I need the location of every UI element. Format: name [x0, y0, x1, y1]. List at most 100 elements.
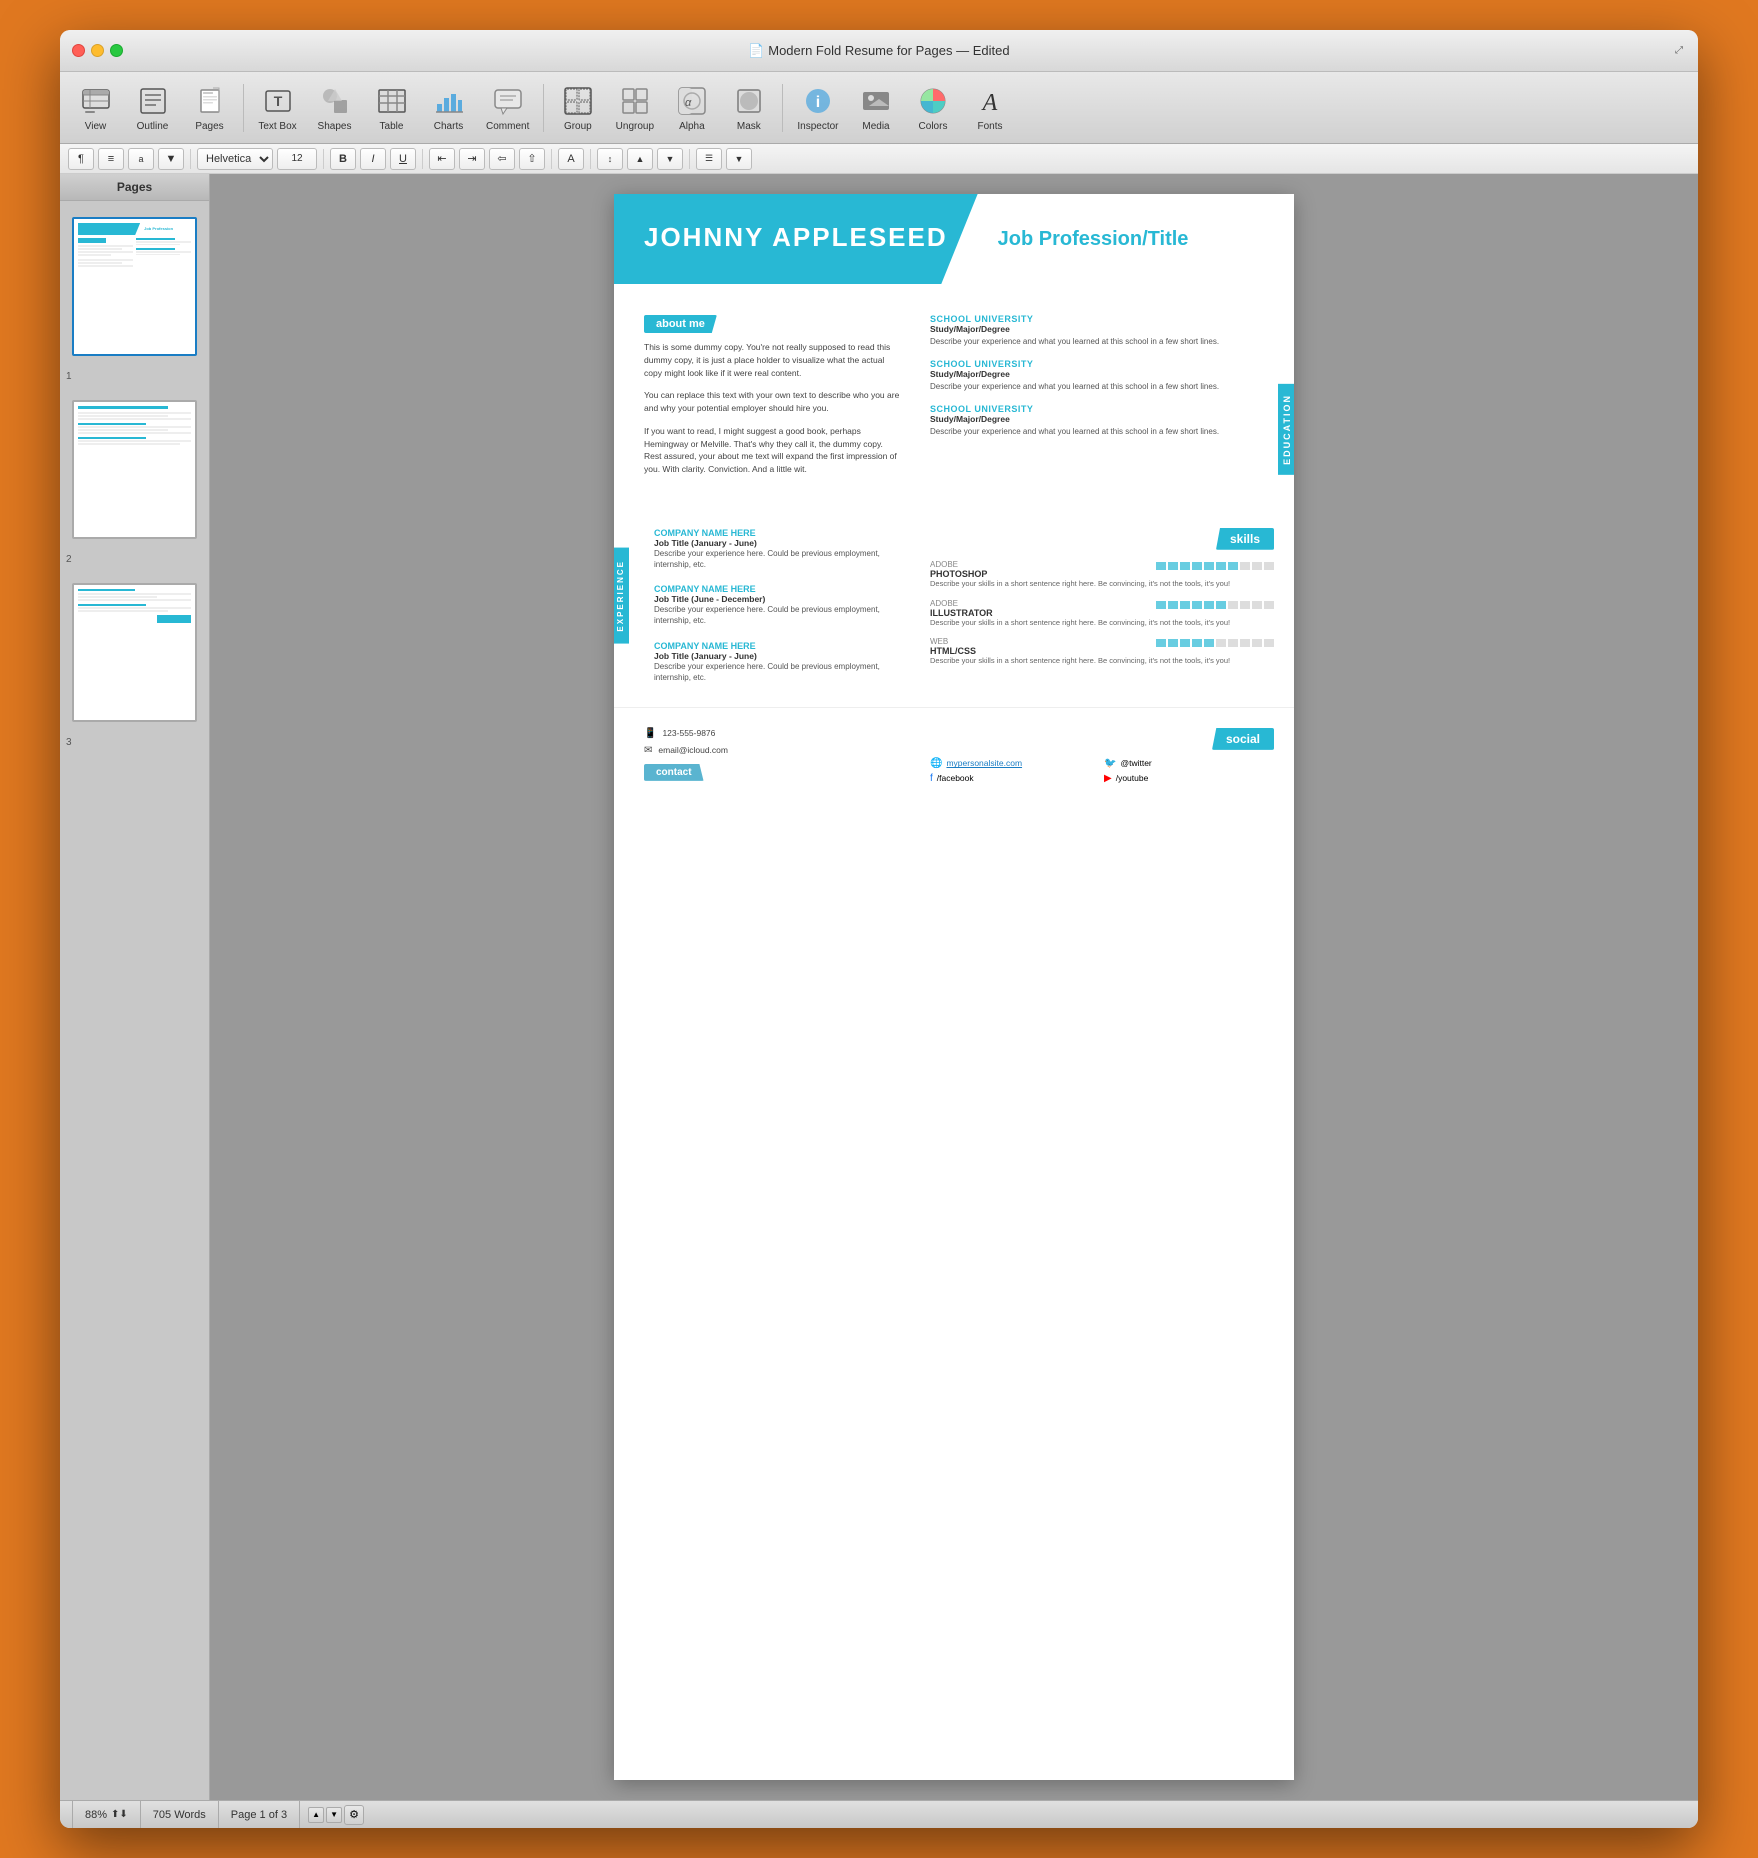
- toolbar-inspector[interactable]: i Inspector: [789, 77, 846, 139]
- toolbar-outline-label: Outline: [137, 121, 169, 132]
- italic-btn[interactable]: I: [360, 148, 386, 170]
- toolbar-group-label: Group: [564, 121, 592, 132]
- align-center-btn[interactable]: ⇥: [459, 148, 485, 170]
- skill-fill: [1156, 639, 1166, 647]
- edu-school-3: SCHOOL UNIVERSITY: [930, 404, 1274, 414]
- skill-bar-2: [1156, 601, 1274, 609]
- font-family-select[interactable]: Helvetica: [197, 148, 273, 170]
- comment-icon: [490, 83, 526, 119]
- list-btn[interactable]: ☰: [696, 148, 722, 170]
- list-options-btn[interactable]: ▼: [726, 148, 752, 170]
- social-youtube: ▶ /youtube: [1104, 773, 1274, 784]
- skill-fill: [1180, 639, 1190, 647]
- toolbar-colors[interactable]: Colors: [906, 77, 961, 139]
- social-section: social 🌐 mypersonalsite.com 🐦 @twitter: [920, 728, 1294, 784]
- next-page-btn[interactable]: ▼: [326, 1807, 342, 1823]
- edu-item-3: SCHOOL UNIVERSITY Study/Major/Degree Des…: [930, 404, 1274, 437]
- skills-tag: skills: [1216, 528, 1274, 550]
- skill-bar-1: [1156, 562, 1274, 570]
- shapes-icon: [317, 83, 353, 119]
- align-left-btn[interactable]: ⇤: [429, 148, 455, 170]
- skill-fill: [1192, 601, 1202, 609]
- edu-degree-2: Study/Major/Degree: [930, 369, 1274, 379]
- about-text-1: This is some dummy copy. You're not real…: [644, 341, 900, 379]
- toolbar-divider-1: [243, 84, 244, 132]
- facebook-icon: f: [930, 773, 933, 784]
- text-color-btn[interactable]: A: [558, 148, 584, 170]
- exp-skills-row: experience COMPANY NAME HERE Job Title (…: [614, 518, 1294, 707]
- spacing-btn[interactable]: ↕: [597, 148, 623, 170]
- toolbar-fonts[interactable]: A Fonts: [963, 77, 1018, 139]
- minimize-button[interactable]: [91, 44, 104, 57]
- zoom-stepper[interactable]: ⬆⬇: [111, 1809, 128, 1820]
- contact-email: ✉ email@icloud.com: [644, 745, 900, 756]
- page-1-thumbnail[interactable]: Job Profession: [72, 217, 197, 356]
- close-button[interactable]: [72, 44, 85, 57]
- edu-item-2: SCHOOL UNIVERSITY Study/Major/Degree Des…: [930, 359, 1274, 392]
- job-title-area: Job Profession/Title: [978, 194, 1294, 284]
- alpha-icon: α: [674, 83, 710, 119]
- toolbar-table[interactable]: Table: [364, 77, 419, 139]
- toolbar-charts-label: Charts: [434, 121, 463, 132]
- align-right-btn[interactable]: ⇦: [489, 148, 515, 170]
- paragraph-btn[interactable]: ¶: [68, 148, 94, 170]
- toolbar-outline[interactable]: Outline: [125, 77, 180, 139]
- fullscreen-button[interactable]: ⤢: [1670, 42, 1688, 60]
- toolbar-comment[interactable]: Comment: [478, 77, 537, 139]
- toolbar-media[interactable]: Media: [849, 77, 904, 139]
- toolbar-ungroup[interactable]: Ungroup: [607, 77, 662, 139]
- align-btn[interactable]: ≡: [98, 148, 124, 170]
- pages-icon: [192, 83, 228, 119]
- toolbar-media-label: Media: [862, 121, 889, 132]
- resume-name: JOHNNY APPLESEED: [644, 222, 948, 253]
- skill-empty: [1228, 639, 1238, 647]
- resume-body-top: about me This is some dummy copy. You're…: [614, 284, 1294, 518]
- toolbar-group[interactable]: Group: [550, 77, 605, 139]
- maximize-button[interactable]: [110, 44, 123, 57]
- inspector-icon: i: [800, 83, 836, 119]
- toolbar-mask-label: Mask: [737, 121, 761, 132]
- format-bar: ¶ ≡ a ▼ Helvetica 12 B I U ⇤ ⇥ ⇦ ⇧ A ↕ ▲…: [60, 144, 1698, 174]
- skill-name-1: PHOTOSHOP: [930, 569, 987, 579]
- font-size-select-btn[interactable]: 12: [277, 148, 317, 170]
- toolbar-view[interactable]: View: [68, 77, 123, 139]
- page-2-thumb-content: [74, 402, 195, 537]
- bold-btn[interactable]: B: [330, 148, 356, 170]
- status-bar: 88% ⬆⬇ 705 Words Page 1 of 3 ▲ ▼ ⚙: [60, 1800, 1698, 1828]
- toolbar-colors-label: Colors: [919, 121, 948, 132]
- settings-btn[interactable]: ⚙: [344, 1805, 364, 1825]
- page-3-thumbnail-wrap: 3: [66, 575, 203, 730]
- skill-empty: [1240, 601, 1250, 609]
- about-text-2: You can replace this text with your own …: [644, 389, 900, 415]
- spacing-dn-btn[interactable]: ▼: [657, 148, 683, 170]
- toolbar-charts[interactable]: Charts: [421, 77, 476, 139]
- skill-fill: [1180, 562, 1190, 570]
- underline-btn[interactable]: U: [390, 148, 416, 170]
- toolbar-alpha[interactable]: α Alpha: [664, 77, 719, 139]
- toolbar-comment-label: Comment: [486, 121, 529, 132]
- toolbar-pages[interactable]: Pages: [182, 77, 237, 139]
- skill-fill: [1192, 639, 1202, 647]
- skill-fill: [1228, 562, 1238, 570]
- justify-btn[interactable]: ⇧: [519, 148, 545, 170]
- skill-cat-2: ADOBE: [930, 599, 993, 608]
- ungroup-icon: [617, 83, 653, 119]
- mask-icon: [731, 83, 767, 119]
- toolbar-divider-3: [782, 84, 783, 132]
- toolbar-shapes[interactable]: Shapes: [307, 77, 362, 139]
- text-size-down-btn[interactable]: ▼: [158, 148, 184, 170]
- social-tag: social: [1212, 728, 1274, 750]
- view-icon: [78, 83, 114, 119]
- skill-empty: [1240, 639, 1250, 647]
- page-3-thumbnail[interactable]: [72, 583, 197, 722]
- spacing-up-btn[interactable]: ▲: [627, 148, 653, 170]
- social-twitter: 🐦 @twitter: [1104, 758, 1274, 769]
- page-2-thumbnail[interactable]: [72, 400, 197, 539]
- prev-page-btn[interactable]: ▲: [308, 1807, 324, 1823]
- document-area[interactable]: JOHNNY APPLESEED Job Profession/Title ab…: [210, 174, 1698, 1800]
- social-facebook: f /facebook: [930, 773, 1100, 784]
- toolbar-textbox[interactable]: T Text Box: [250, 77, 305, 139]
- about-me-section: about me This is some dummy copy. You're…: [614, 304, 920, 498]
- text-style-btn[interactable]: a: [128, 148, 154, 170]
- toolbar-mask[interactable]: Mask: [721, 77, 776, 139]
